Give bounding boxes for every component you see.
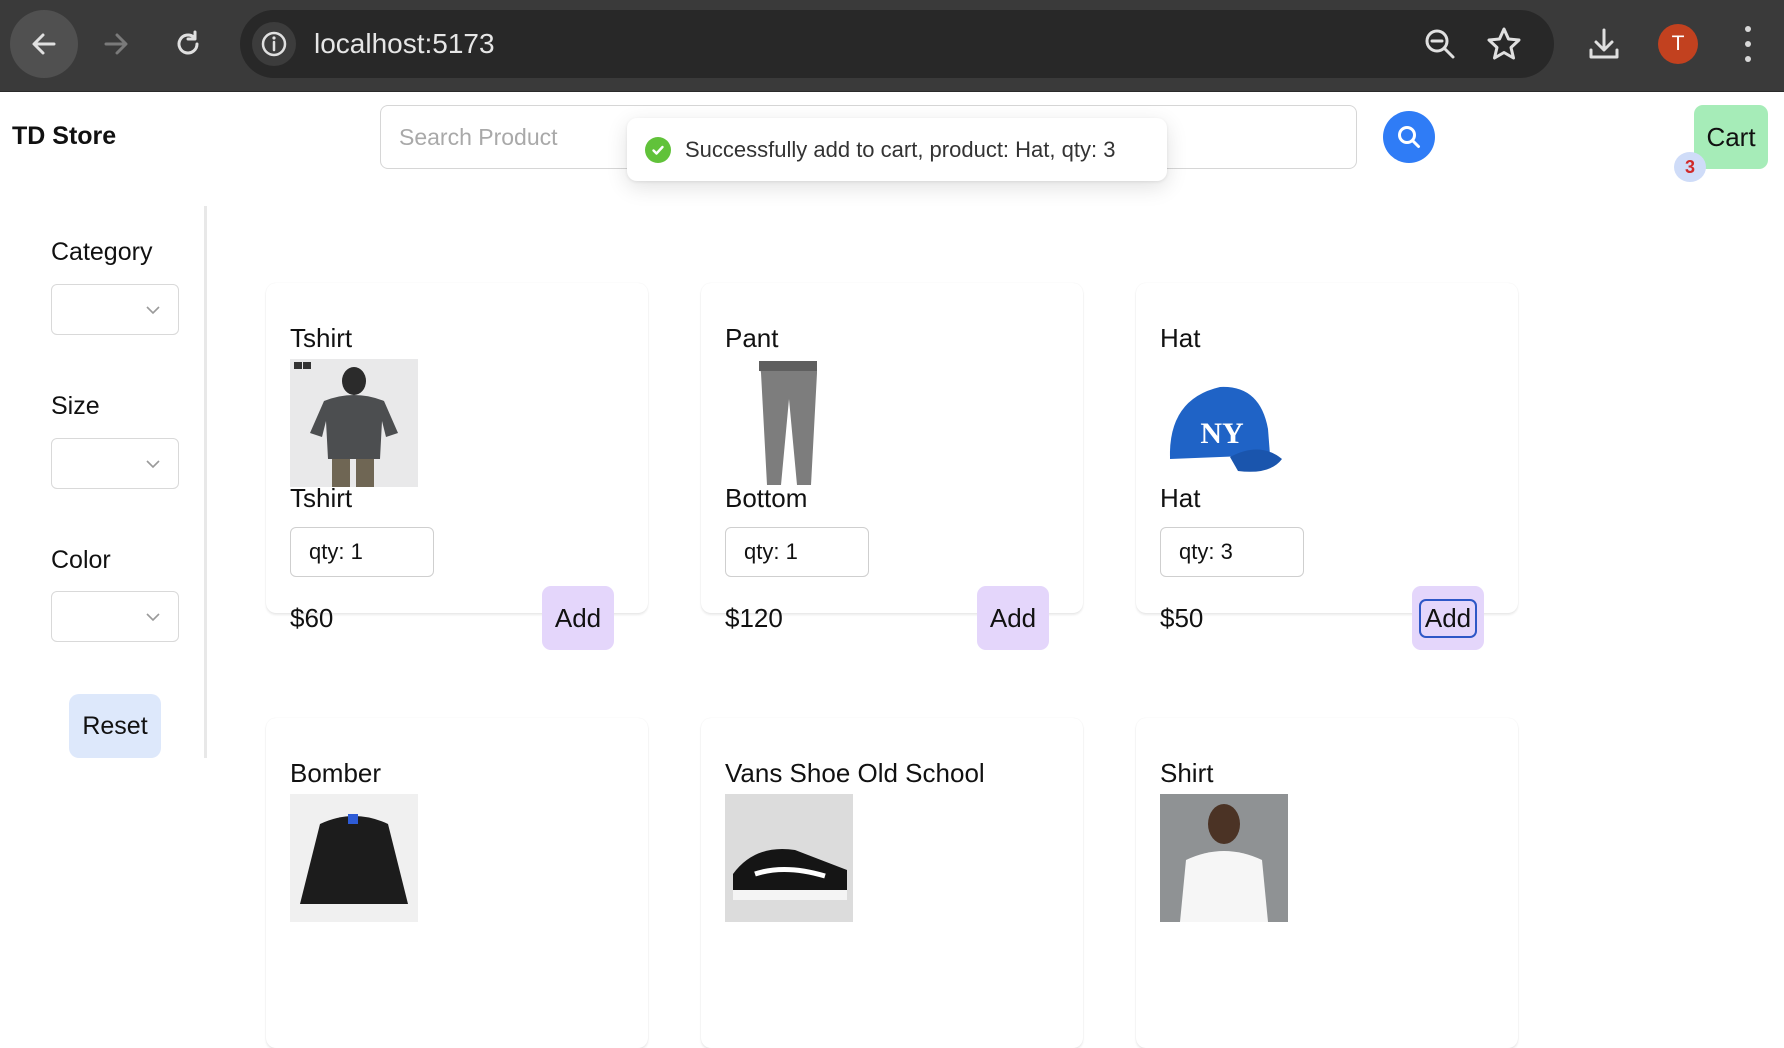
add-to-cart-button[interactable]: Add: [542, 586, 614, 650]
product-image[interactable]: [290, 359, 418, 487]
product-image[interactable]: [290, 794, 418, 922]
product-card: Vans Shoe Old School: [701, 718, 1083, 1048]
success-toast: Successfully add to cart, product: Hat, …: [627, 118, 1167, 181]
url-text[interactable]: localhost:5173: [314, 10, 495, 78]
reload-button[interactable]: [154, 10, 222, 78]
filter-sidebar: Category Size Color: [0, 206, 207, 758]
product-name: Bomber: [290, 758, 382, 788]
quantity-input[interactable]: qty: 1: [290, 527, 434, 577]
profile-avatar[interactable]: T: [1658, 24, 1698, 64]
product-category: Hat: [1160, 483, 1201, 513]
download-icon[interactable]: [1584, 24, 1624, 69]
add-button-label: Add: [1418, 598, 1478, 638]
product-image[interactable]: NY: [1160, 359, 1288, 487]
product-image[interactable]: [725, 794, 853, 922]
chevron-down-icon: [146, 306, 160, 315]
cart-count-badge: 3: [1674, 152, 1706, 182]
svg-text:NY: NY: [1200, 417, 1244, 450]
chevron-down-icon: [146, 460, 160, 469]
color-filter-label: Color: [51, 546, 111, 574]
category-select[interactable]: [51, 284, 179, 335]
product-image[interactable]: [1160, 794, 1288, 922]
reset-button[interactable]: Reset: [69, 694, 161, 758]
size-select[interactable]: [51, 438, 179, 489]
check-circle-icon: [645, 136, 671, 163]
product-category: Tshirt: [290, 483, 353, 513]
product-image[interactable]: [725, 359, 853, 487]
add-to-cart-button[interactable]: Add: [977, 586, 1049, 650]
back-button[interactable]: [10, 10, 78, 78]
zoom-out-icon[interactable]: [1420, 24, 1460, 69]
forward-arrow-icon: [104, 33, 128, 55]
add-button-label: Add: [989, 602, 1037, 633]
product-price: $60: [290, 603, 334, 633]
add-to-cart-button[interactable]: Add: [1412, 586, 1484, 650]
site-info-icon[interactable]: [252, 22, 296, 66]
product-card: Tshirt Tshirt qty: 1 $60 Add: [266, 283, 648, 650]
more-menu-icon[interactable]: [1736, 22, 1760, 66]
chevron-down-icon: [146, 613, 160, 622]
product-price: $50: [1160, 603, 1204, 633]
product-card: Hat NY Hat qty: 3 $50 Add: [1136, 283, 1518, 650]
reload-icon: [177, 30, 199, 55]
address-bar[interactable]: localhost:5173: [240, 10, 1554, 78]
product-name: Tshirt: [290, 323, 353, 353]
toast-message: Successfully add to cart, product: Hat, …: [685, 136, 1116, 162]
back-arrow-icon: [32, 33, 56, 55]
quantity-input[interactable]: qty: 1: [725, 527, 869, 577]
product-price: $120: [725, 603, 783, 633]
bookmark-star-icon[interactable]: [1484, 24, 1524, 69]
add-button-label: Add: [554, 602, 602, 633]
product-category: Bottom: [725, 483, 808, 513]
quantity-input[interactable]: qty: 3: [1160, 527, 1304, 577]
size-filter-label: Size: [51, 392, 100, 420]
store-brand: TD Store: [12, 122, 117, 150]
product-name: Vans Shoe Old School: [725, 758, 985, 788]
product-card: Pant Bottom qty: 1 $120 Add: [701, 283, 1083, 650]
browser-toolbar: localhost:5173 T: [0, 0, 1784, 92]
product-name: Pant: [725, 323, 779, 353]
category-filter-label: Category: [51, 238, 153, 266]
search-button[interactable]: [1383, 111, 1435, 163]
product-name: Shirt: [1160, 758, 1214, 788]
product-card: Shirt: [1136, 718, 1518, 1048]
cart-button[interactable]: Cart: [1694, 105, 1768, 169]
search-icon: [1398, 126, 1420, 148]
color-select[interactable]: [51, 591, 179, 642]
forward-button[interactable]: [82, 10, 150, 78]
product-name: Hat: [1160, 323, 1201, 353]
product-card: Bomber: [266, 718, 648, 1048]
